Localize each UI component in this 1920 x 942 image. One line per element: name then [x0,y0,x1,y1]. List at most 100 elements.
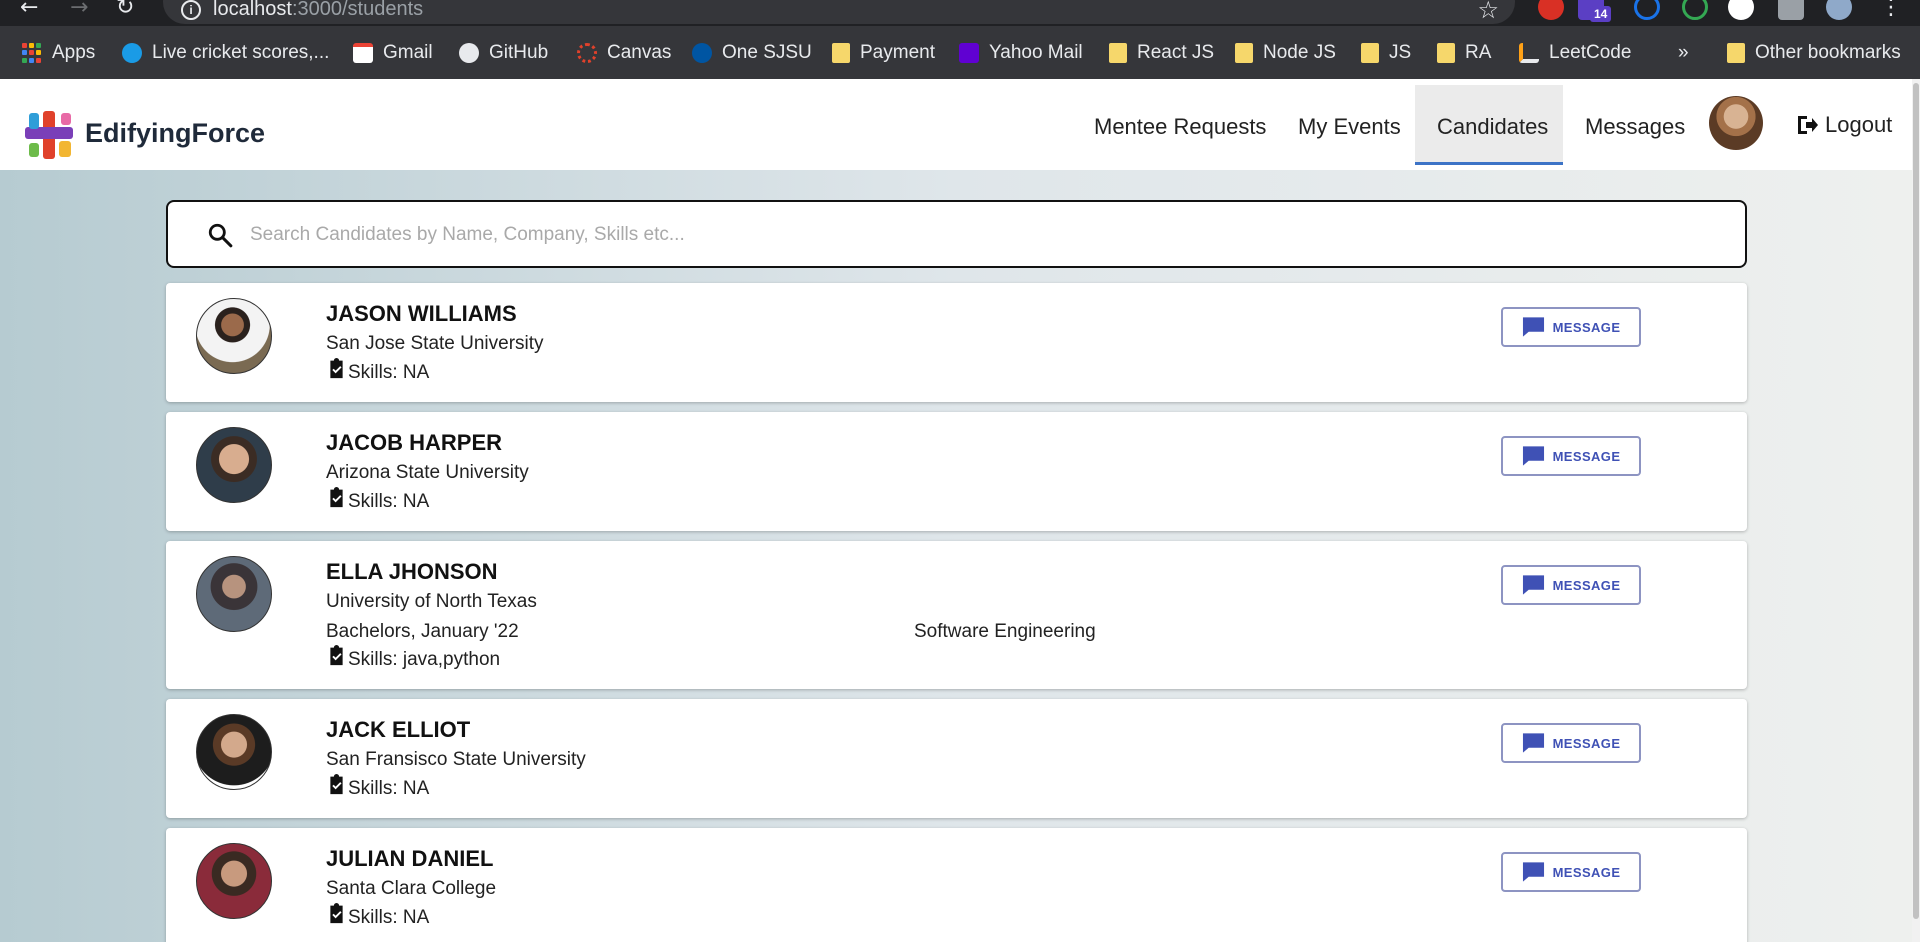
extensions-puzzle-icon[interactable] [1778,0,1804,20]
message-button[interactable]: MESSAGE [1501,852,1641,892]
candidate-school: Arizona State University [326,462,529,483]
message-button-label: MESSAGE [1552,577,1621,593]
folder-icon [1109,43,1127,63]
skills-text: Skills: NA [348,778,430,799]
kebab-menu-icon[interactable]: ⋮ [1880,0,1902,19]
forward-arrow-icon[interactable]: → [70,0,88,19]
bookmark-label: RA [1465,42,1492,63]
candidate-avatar [196,714,272,790]
apps-grid-icon [22,43,42,63]
message-button[interactable]: MESSAGE [1501,307,1641,347]
candidate-card-jack-elliot: JACK ELLIOT San Fransisco State Universi… [166,699,1747,818]
chat-bubble-icon [1522,733,1544,753]
bookmark-label: Other bookmarks [1755,42,1901,63]
candidate-avatar [196,427,272,503]
extension-wifi-icon[interactable] [1634,0,1660,20]
user-avatar[interactable] [1709,96,1763,150]
bookmark-label: Payment [860,42,935,63]
url-host: localhost [213,0,292,20]
bookmark-js[interactable]: JS [1361,41,1411,65]
bookmark-other[interactable]: Other bookmarks [1727,41,1901,65]
canvas-icon [577,43,597,63]
search-bar [166,200,1747,268]
bookmark-react-js[interactable]: React JS [1109,41,1214,65]
scrollbar-thumb[interactable] [1913,83,1919,919]
reload-icon[interactable]: ↻ [116,0,134,19]
message-button[interactable]: MESSAGE [1501,565,1641,605]
message-button[interactable]: MESSAGE [1501,723,1641,763]
candidate-major: Software Engineering [914,621,1096,642]
page-scrollbar[interactable] [1912,79,1920,942]
bookmark-gmail[interactable]: Gmail [353,41,433,65]
bookmarks-bar: Apps Live cricket scores,... Gmail GitHu… [0,26,1920,79]
sjsu-icon [692,43,712,63]
bookmark-yahoo-mail[interactable]: Yahoo Mail [959,41,1083,65]
bookmark-label: Apps [52,42,96,63]
skills-text: Skills: NA [348,491,430,512]
address-bar[interactable]: i localhost:3000/students ☆ [163,0,1515,24]
candidate-name: JACOB HARPER [326,430,503,455]
bookmark-canvas[interactable]: Canvas [577,41,671,65]
candidate-avatar [196,556,272,632]
brand-name[interactable]: EdifyingForce [85,118,265,149]
globe-icon [122,43,142,63]
search-input[interactable] [250,216,1700,254]
clipboard-check-icon [330,487,343,508]
bookmark-github[interactable]: GitHub [459,41,548,65]
message-button-label: MESSAGE [1552,864,1621,880]
bookmark-apps[interactable]: Apps [22,41,95,65]
back-arrow-icon[interactable]: ← [20,0,38,19]
candidate-name: JASON WILLIAMS [326,301,517,326]
bookmark-one-sjsu[interactable]: One SJSU [692,41,812,65]
gmail-icon [353,43,373,63]
chat-bubble-icon [1522,575,1544,595]
nav-my-events[interactable]: My Events [1298,114,1401,140]
skills-text: Skills: java,python [348,649,501,670]
logout-label: Logout [1825,112,1893,137]
extension-shield-icon[interactable] [1538,0,1564,20]
candidate-name: ELLA JHONSON [326,559,498,584]
folder-icon [1235,43,1253,63]
extension-eyes-icon[interactable] [1728,0,1754,20]
candidate-skills: Skills: NA [326,487,430,513]
message-button-label: MESSAGE [1552,319,1621,335]
bookmark-label: React JS [1137,42,1215,63]
folder-icon [832,43,850,63]
bookmark-ra[interactable]: RA [1437,41,1491,65]
skills-text: Skills: NA [348,907,430,928]
bookmark-label: Yahoo Mail [989,42,1083,63]
extension-target-icon[interactable] [1682,0,1708,20]
bookmark-label: LeetCode [1549,42,1632,63]
extension-badge: 14 [1590,6,1612,22]
bookmark-label: Gmail [383,42,433,63]
candidate-name: JULIAN DANIEL [326,846,494,871]
url-text[interactable]: localhost:3000/students [213,0,423,20]
candidate-card-jason-williams: JASON WILLIAMS San Jose State University… [166,283,1747,402]
nav-candidates[interactable]: Candidates [1437,114,1548,140]
bookmark-label: JS [1389,42,1412,63]
bookmark-star-icon[interactable]: ☆ [1477,0,1499,24]
chat-bubble-icon [1522,317,1544,337]
url-path: :3000/students [291,0,424,20]
bookmark-payment[interactable]: Payment [832,41,935,65]
folder-icon [1437,43,1455,63]
candidate-degree: Bachelors, January '22 [326,621,519,642]
profile-avatar-icon[interactable] [1826,0,1852,20]
nav-mentee-requests[interactable]: Mentee Requests [1094,114,1266,140]
bookmark-leetcode[interactable]: LeetCode [1519,41,1631,65]
nav-messages[interactable]: Messages [1585,114,1685,140]
site-info-icon[interactable]: i [181,0,201,20]
candidate-skills: Skills: NA [326,774,430,800]
message-button[interactable]: MESSAGE [1501,436,1641,476]
bookmark-live-cricket[interactable]: Live cricket scores,... [122,41,329,65]
folder-icon [1727,43,1745,63]
browser-toolbar: ← → ↻ i localhost:3000/students ☆ 14 ⋮ [0,0,1920,26]
app-header: EdifyingForce Mentee Requests My Events … [0,79,1912,170]
bookmarks-overflow-button[interactable]: » [1678,41,1689,65]
bookmark-node-js[interactable]: Node JS [1235,41,1336,65]
bookmark-label: GitHub [489,42,549,63]
skills-text: Skills: NA [348,362,430,383]
logout-button[interactable]: Logout [1795,112,1892,138]
logo-icon[interactable] [23,109,77,161]
candidate-card-ella-jhonson: ELLA JHONSON University of North Texas B… [166,541,1747,689]
